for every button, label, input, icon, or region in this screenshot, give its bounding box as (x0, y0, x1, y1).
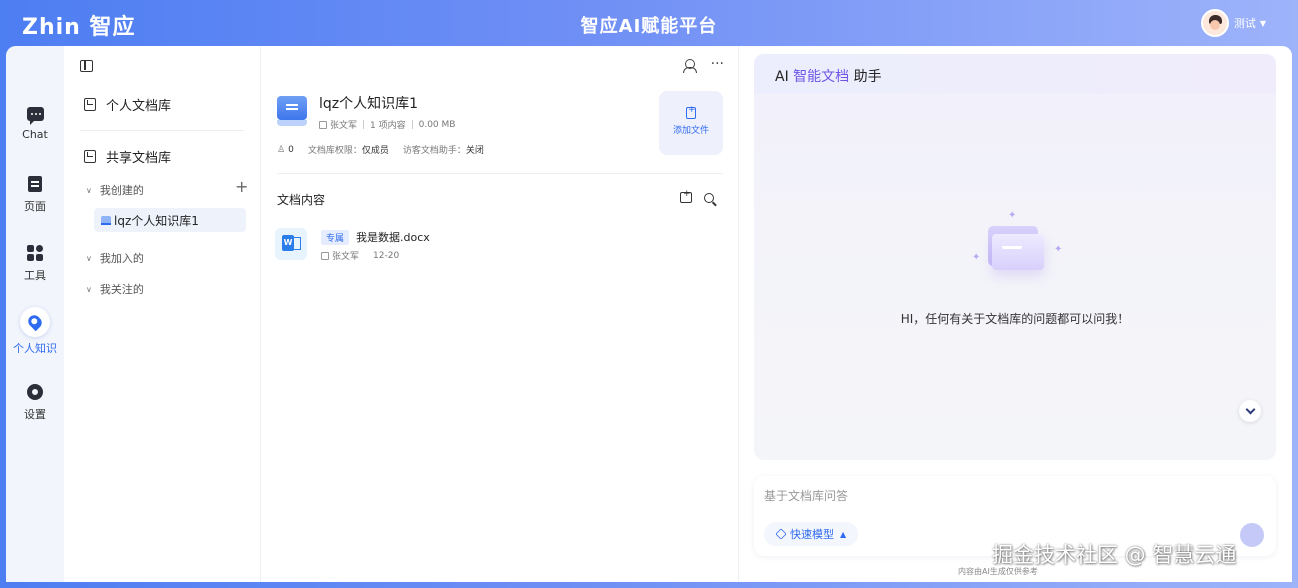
section-title: 文档内容 (277, 193, 326, 207)
new-folder-icon[interactable] (680, 189, 692, 203)
avatar[interactable] (1200, 9, 1229, 37)
rail-item-page[interactable]: 页面 (6, 174, 64, 214)
chevron-down-icon: ∨ (86, 253, 92, 263)
nav-rail: Chat 页面 工具 个人知识 设置 (6, 46, 64, 582)
ai-greeting: HI，任何有关于文档库的问题都可以问我！ (900, 312, 1130, 326)
add-file-icon (686, 105, 696, 119)
group-label: 我加入的 (99, 252, 144, 265)
page-icon (28, 176, 42, 192)
kb-title: lqz个人知识库1 (319, 96, 419, 112)
book-icon (101, 215, 111, 225)
watermark: 掘金技术社区 @ 智慧云通 (992, 543, 1237, 567)
rail-item-chat[interactable]: Chat (6, 104, 64, 141)
ai-title-prefix: AI (775, 69, 794, 85)
group-created[interactable]: ∨ 我创建的 (86, 182, 144, 198)
kb-stats: ♙ 0 文档库权限： 仅成员 访客文档助手： 关闭 (277, 143, 484, 157)
ai-title-highlight: 智能文档 (793, 69, 850, 85)
gear-icon (27, 384, 43, 400)
word-file-icon: W (275, 228, 307, 260)
file-name[interactable]: 我是数据.docx (356, 229, 430, 245)
chevron-down-icon: ∨ (86, 284, 92, 294)
add-kb-icon[interactable]: + (235, 179, 248, 195)
ai-title: AI 智能文档 助手 (754, 54, 1276, 94)
kb-entry-label: lqz个人知识库1 (114, 213, 199, 228)
file-date: 12-20 (373, 250, 400, 261)
divider (277, 173, 723, 174)
divider (80, 130, 244, 131)
ai-assistant-panel: AI 智能文档 助手 ✦ ✦ ✦ HI，任何有关于文档库的问题都可以问我！ 快速… (739, 46, 1292, 582)
rail-label: Chat (22, 128, 48, 141)
personal-library-label: 个人文档库 (106, 99, 172, 114)
rail-item-tools[interactable]: 工具 (6, 243, 64, 283)
model-select-button[interactable]: 快速模型 ▲ (764, 522, 859, 546)
file-owner: 张文军 (332, 252, 360, 262)
group-joined[interactable]: ∨ 我加入的 (86, 250, 144, 266)
personal-library[interactable]: 个人文档库 (84, 95, 171, 114)
member-count-icon: ♙ (277, 144, 286, 155)
rail-item-settings[interactable]: 设置 (6, 382, 64, 422)
member-count: 0 (288, 144, 294, 155)
rail-label: 工具 (24, 269, 46, 282)
sparkle-icon: ✦ (1054, 244, 1063, 255)
kb-owner: 张文军 (330, 121, 358, 131)
kb-content: ··· lqz个人知识库1 张文军 1 项内容 0.00 MB ♙ 0 文档库权… (261, 46, 739, 582)
kb-item-count: 1 项内容 (370, 121, 406, 131)
ai-chat-area: AI 智能文档 助手 ✦ ✦ ✦ HI，任何有关于文档库的问题都可以问我！ (754, 54, 1276, 460)
chat-icon (26, 107, 44, 125)
user-icon (319, 120, 327, 129)
visitor-assistant-label: 访客文档助手： (402, 146, 466, 156)
group-followed[interactable]: ∨ 我关注的 (86, 281, 144, 297)
share-folder-icon (84, 150, 96, 163)
permission-label: 文档库权限： (307, 146, 362, 156)
kb-entry-selected[interactable]: lqz个人知识库1 (94, 208, 246, 232)
tools-icon (27, 245, 43, 261)
sparkle-icon: ✦ (972, 252, 981, 263)
more-icon[interactable]: ··· (711, 57, 724, 71)
question-input[interactable] (764, 486, 1224, 506)
shared-library[interactable]: 共享文档库 (84, 147, 171, 166)
top-bar: Zhin 智应 智应AI赋能平台 测试 ▼ (0, 0, 1298, 46)
send-button[interactable] (1240, 523, 1264, 547)
bookmark-icon (84, 98, 96, 111)
visitor-assistant-value: 关闭 (465, 146, 484, 156)
members-icon[interactable] (682, 59, 697, 73)
scroll-down-button[interactable] (1239, 400, 1261, 422)
model-label: 快速模型 (790, 528, 834, 541)
platform-title: 智应AI赋能平台 (580, 16, 718, 37)
cube-icon (775, 528, 787, 540)
main-shell: Chat 页面 工具 个人知识 设置 个人文档库 共享文档库 ∨ 我创建的 + … (6, 46, 1292, 582)
kb-size: 0.00 MB (418, 119, 456, 130)
permission-value: 仅成员 (361, 146, 389, 156)
sparkle-icon: ✦ (1008, 210, 1017, 221)
caret-up-icon: ▲ (840, 529, 847, 539)
file-tag: 专属 (321, 230, 350, 245)
rail-item-knowledge[interactable]: 个人知识 (6, 307, 64, 356)
rail-label: 页面 (24, 200, 46, 213)
search-icon[interactable] (704, 192, 714, 203)
file-row[interactable]: W 专属 我是数据.docx 张文军 12-20 (275, 226, 715, 266)
add-file-label: 添加文件 (672, 126, 709, 136)
group-label: 我创建的 (99, 184, 144, 197)
knowledge-icon (25, 312, 45, 332)
empty-folder-illustration: ✦ ✦ ✦ (970, 210, 1063, 284)
sidebar-toggle-icon[interactable] (80, 60, 93, 72)
group-label: 我关注的 (99, 283, 144, 296)
kb-meta: 张文军 1 项内容 0.00 MB (319, 118, 455, 131)
kb-book-icon (277, 96, 307, 126)
add-file-button[interactable]: 添加文件 (659, 91, 723, 155)
file-meta: 张文军 12-20 (321, 249, 399, 262)
caret-down-icon[interactable]: ▼ (1260, 19, 1266, 28)
user-name[interactable]: 测试 (1234, 15, 1256, 31)
user-menu[interactable]: 测试 ▼ (1200, 9, 1266, 37)
rail-label: 个人知识 (13, 342, 57, 355)
kb-list-panel: 个人文档库 共享文档库 ∨ 我创建的 + lqz个人知识库1 ∨ 我加入的 ∨ … (64, 46, 261, 582)
chevron-down-icon: ∨ (86, 185, 92, 195)
user-icon (321, 251, 329, 260)
ai-title-suffix: 助手 (849, 69, 882, 85)
shared-library-label: 共享文档库 (106, 151, 172, 166)
rail-label: 设置 (24, 408, 46, 421)
